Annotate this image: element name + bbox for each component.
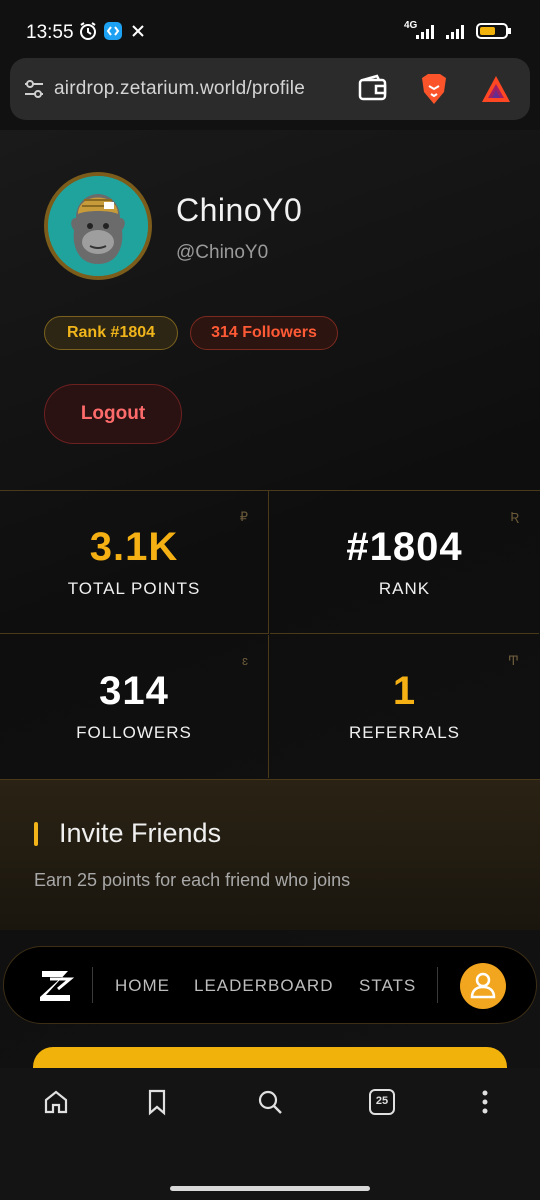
- bookmark-icon[interactable]: [143, 1088, 171, 1116]
- rank-badge: Rank #1804: [44, 316, 178, 350]
- address-bar[interactable]: airdrop.zetarium.world/profile: [10, 58, 530, 120]
- stat-card-followers: ɛ 314 FOLLOWERS: [0, 635, 269, 778]
- nav-divider: [92, 967, 93, 1003]
- user-profile-button[interactable]: [460, 963, 506, 1009]
- x-icon: [128, 21, 148, 41]
- brave-lion-icon[interactable]: [418, 72, 450, 106]
- accent-bar: [34, 822, 38, 846]
- nav-link-home[interactable]: HOME: [115, 976, 170, 996]
- stat-label: FOLLOWERS: [76, 723, 192, 742]
- stat-card-total-points: ₽ 3.1K TOTAL POINTS: [0, 491, 269, 634]
- points-glyph-icon: ₽: [239, 509, 248, 524]
- status-bar: 13:55 4G: [0, 0, 540, 50]
- profile-page: ChinoY0 @ChinoY0 Rank #1804 314 Follower…: [0, 130, 540, 1068]
- followers-glyph-icon: ɛ: [242, 653, 248, 668]
- invite-title: Invite Friends: [59, 818, 222, 848]
- nav-link-leaderboard[interactable]: LEADERBOARD: [194, 976, 333, 996]
- home-indicator[interactable]: [170, 1186, 370, 1191]
- site-settings-icon[interactable]: [22, 77, 46, 101]
- avatar: [44, 172, 152, 280]
- alarm-icon: [78, 21, 98, 41]
- search-icon[interactable]: [256, 1088, 284, 1116]
- stats-grid: ₽ 3.1K TOTAL POINTS Ʀ #1804 RANK ɛ 314 F…: [0, 490, 540, 780]
- nav-link-stats[interactable]: STATS: [359, 976, 416, 996]
- stat-label: REFERRALS: [348, 723, 461, 742]
- stat-value: 314: [99, 669, 169, 713]
- signal-icon: [414, 21, 438, 41]
- followers-badge: 314 Followers: [190, 316, 338, 350]
- user-handle: @ChinoY0: [176, 242, 269, 263]
- user-icon: [470, 972, 496, 999]
- bat-rewards-icon[interactable]: [480, 74, 512, 104]
- invite-section: Invite Friends Earn 25 points for each f…: [0, 780, 540, 930]
- stat-value: 3.1K: [89, 525, 179, 569]
- tab-count: 25: [375, 1095, 389, 1107]
- ape-avatar-image: [48, 176, 148, 276]
- display-name: ChinoY0: [176, 192, 303, 228]
- site-nav: HOME LEADERBOARD STATS: [3, 946, 537, 1024]
- shazam-icon: [103, 21, 123, 41]
- browser-toolbar: airdrop.zetarium.world/profile: [0, 50, 540, 130]
- stat-card-referrals: Ͳ 1 REFERRALS: [270, 635, 539, 778]
- wifi-signal-icon: [444, 21, 468, 41]
- home-icon[interactable]: [42, 1088, 70, 1116]
- stat-value: 1: [392, 669, 417, 713]
- browser-bottom-bar: 25: [0, 1068, 540, 1200]
- wallet-icon[interactable]: [358, 74, 388, 104]
- invite-action-button[interactable]: [33, 1047, 507, 1068]
- stat-label: RANK: [378, 579, 431, 598]
- referrals-glyph-icon: Ͳ: [507, 653, 519, 668]
- url-text[interactable]: airdrop.zetarium.world/profile: [54, 78, 305, 100]
- status-time: 13:55: [26, 22, 74, 43]
- battery-icon: [476, 21, 512, 41]
- nav-divider: [437, 967, 438, 1003]
- more-menu-icon[interactable]: [471, 1088, 499, 1116]
- tabs-icon[interactable]: 25: [368, 1088, 396, 1116]
- logout-button[interactable]: Logout: [44, 384, 182, 444]
- zetarium-logo-icon[interactable]: [36, 965, 76, 1005]
- stat-value: #1804: [346, 525, 463, 569]
- stat-label: TOTAL POINTS: [67, 579, 201, 598]
- invite-subtitle: Earn 25 points for each friend who joins: [34, 870, 351, 890]
- stat-card-rank: Ʀ #1804 RANK: [270, 491, 539, 634]
- rank-glyph-icon: Ʀ: [510, 509, 519, 524]
